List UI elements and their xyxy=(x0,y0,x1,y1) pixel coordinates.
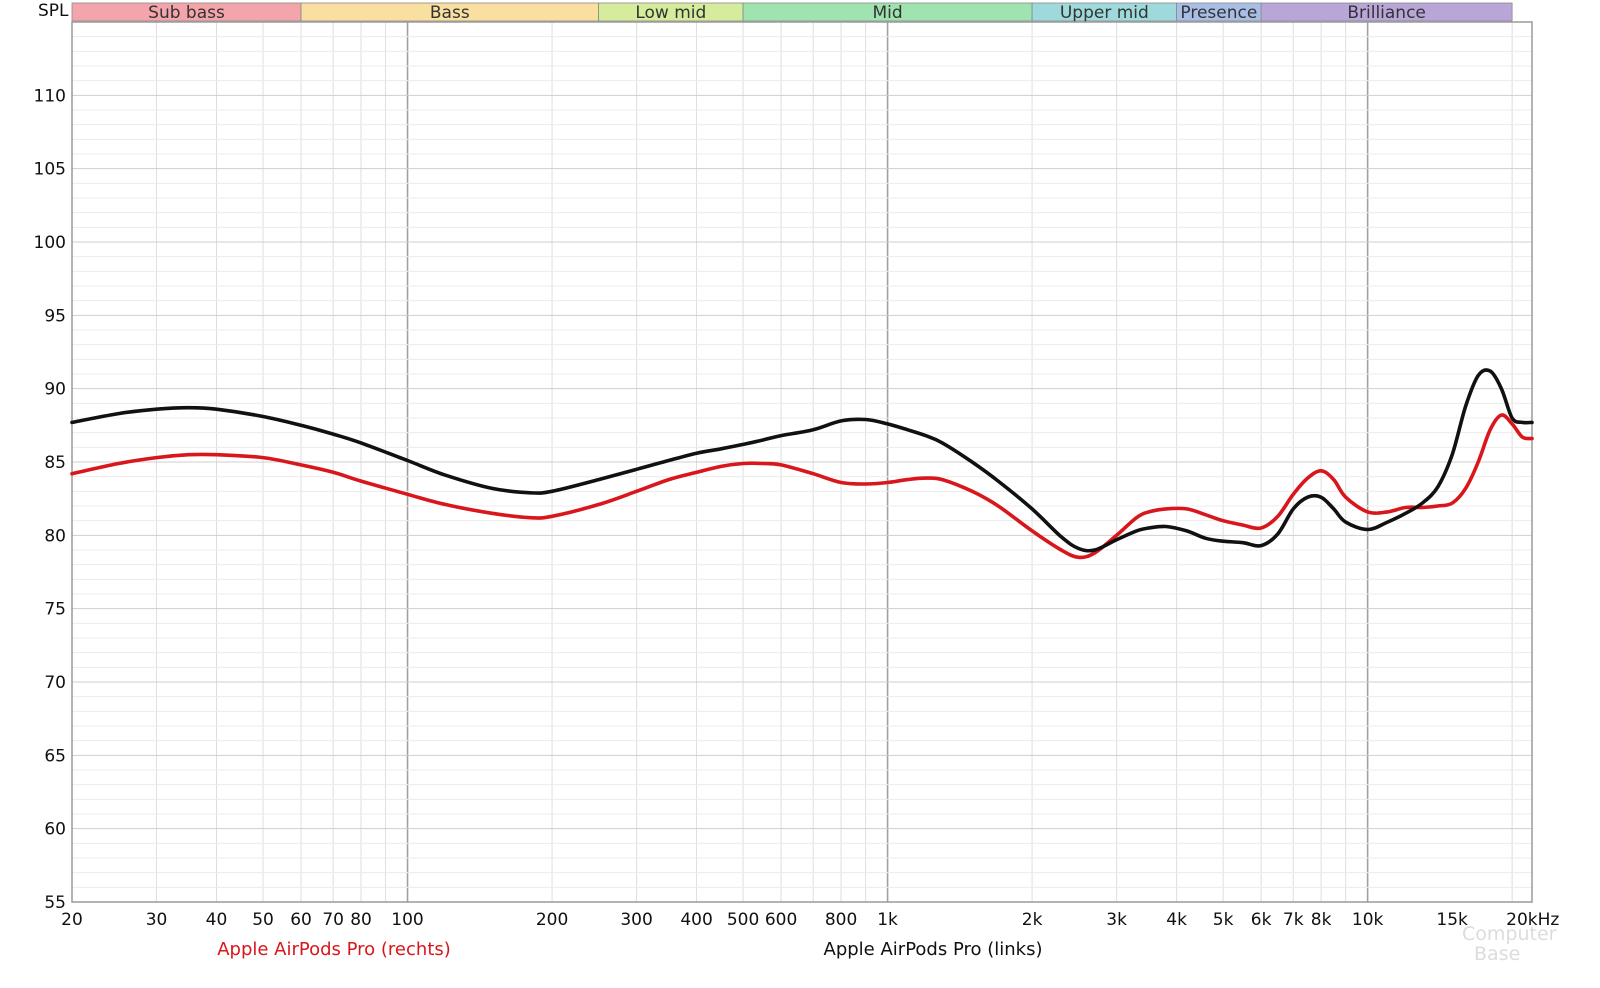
y-tick-label: 95 xyxy=(44,306,66,326)
x-tick-label: 7k xyxy=(1283,910,1304,930)
series-line-apple-airpods-pro-rechts xyxy=(70,413,1534,560)
series-line-apple-airpods-pro-links xyxy=(70,368,1534,553)
x-tick-label: 30 xyxy=(146,910,168,930)
x-tick-label: 40 xyxy=(206,910,228,930)
x-tick-label: 600 xyxy=(765,910,797,930)
x-tick-label: 20 xyxy=(61,910,83,930)
frequency-bands: Sub bass Bass Low mid Mid Upper mid Presence B… xyxy=(71,2,1513,23)
x-tick-label: 10k xyxy=(1352,910,1384,930)
frequency-response-chart: Sub bass Bass Low mid Mid Upper mid Presence B… xyxy=(34,1,1560,965)
x-tick-label: 1k xyxy=(877,910,898,930)
x-tick-label: 100 xyxy=(391,910,423,930)
x-tick-label: 800 xyxy=(825,910,857,930)
y-tick-label: 65 xyxy=(44,746,66,766)
y-tick-label: 70 xyxy=(44,673,66,693)
x-tick-label: 80 xyxy=(350,910,372,930)
x-tick-label: 4k xyxy=(1166,910,1187,930)
band-label: Sub bass xyxy=(148,3,225,23)
band-label: Brilliance xyxy=(1347,3,1426,23)
band-label: Presence xyxy=(1180,3,1257,23)
x-axis-ticks: 20 30 40 50 60 70 80 100 200 300 400 500 600 800 1k 2k 3… xyxy=(61,910,1559,930)
y-tick-label: 105 xyxy=(34,160,66,180)
y-tick-label: 75 xyxy=(44,600,66,620)
x-tick-label: 50 xyxy=(252,910,274,930)
y-tick-label: 80 xyxy=(44,526,66,546)
y-tick-label: 100 xyxy=(34,233,66,253)
legend-entry: Apple AirPods Pro (links) xyxy=(824,939,1043,960)
watermark-text: Base xyxy=(1474,943,1520,965)
series-lines xyxy=(70,368,1534,560)
legend-entry: Apple AirPods Pro (rechts) xyxy=(217,939,451,960)
y-tick-label: 85 xyxy=(44,453,66,473)
x-tick-label: 70 xyxy=(322,910,344,930)
y-axis-label: SPL xyxy=(38,1,69,21)
band-label: Bass xyxy=(430,3,470,23)
band-label: Low mid xyxy=(635,3,706,23)
band-label: Upper mid xyxy=(1060,3,1149,23)
x-tick-label: 8k xyxy=(1311,910,1332,930)
x-tick-label: 200 xyxy=(536,910,568,930)
x-tick-label: 5k xyxy=(1213,910,1234,930)
x-tick-label: 2k xyxy=(1022,910,1043,930)
x-tick-label: 60 xyxy=(290,910,312,930)
x-tick-label: 300 xyxy=(620,910,652,930)
x-tick-label: 3k xyxy=(1106,910,1127,930)
x-tick-label: 6k xyxy=(1251,910,1272,930)
x-tick-label: 500 xyxy=(727,910,759,930)
y-tick-label: 90 xyxy=(44,380,66,400)
watermark: ComputerBase xyxy=(1462,923,1557,965)
y-tick-label: 60 xyxy=(44,820,66,840)
legend: Apple AirPods Pro (rechts) Apple AirPods … xyxy=(217,939,1042,960)
watermark-text: Computer xyxy=(1462,923,1557,945)
y-tick-label: 110 xyxy=(34,86,66,106)
y-axis-ticks: 55 60 65 70 75 80 85 90 95 100 105 110 xyxy=(34,86,66,913)
y-tick-label: 55 xyxy=(44,893,66,913)
x-tick-label: 400 xyxy=(680,910,712,930)
band-label: Mid xyxy=(872,3,902,23)
